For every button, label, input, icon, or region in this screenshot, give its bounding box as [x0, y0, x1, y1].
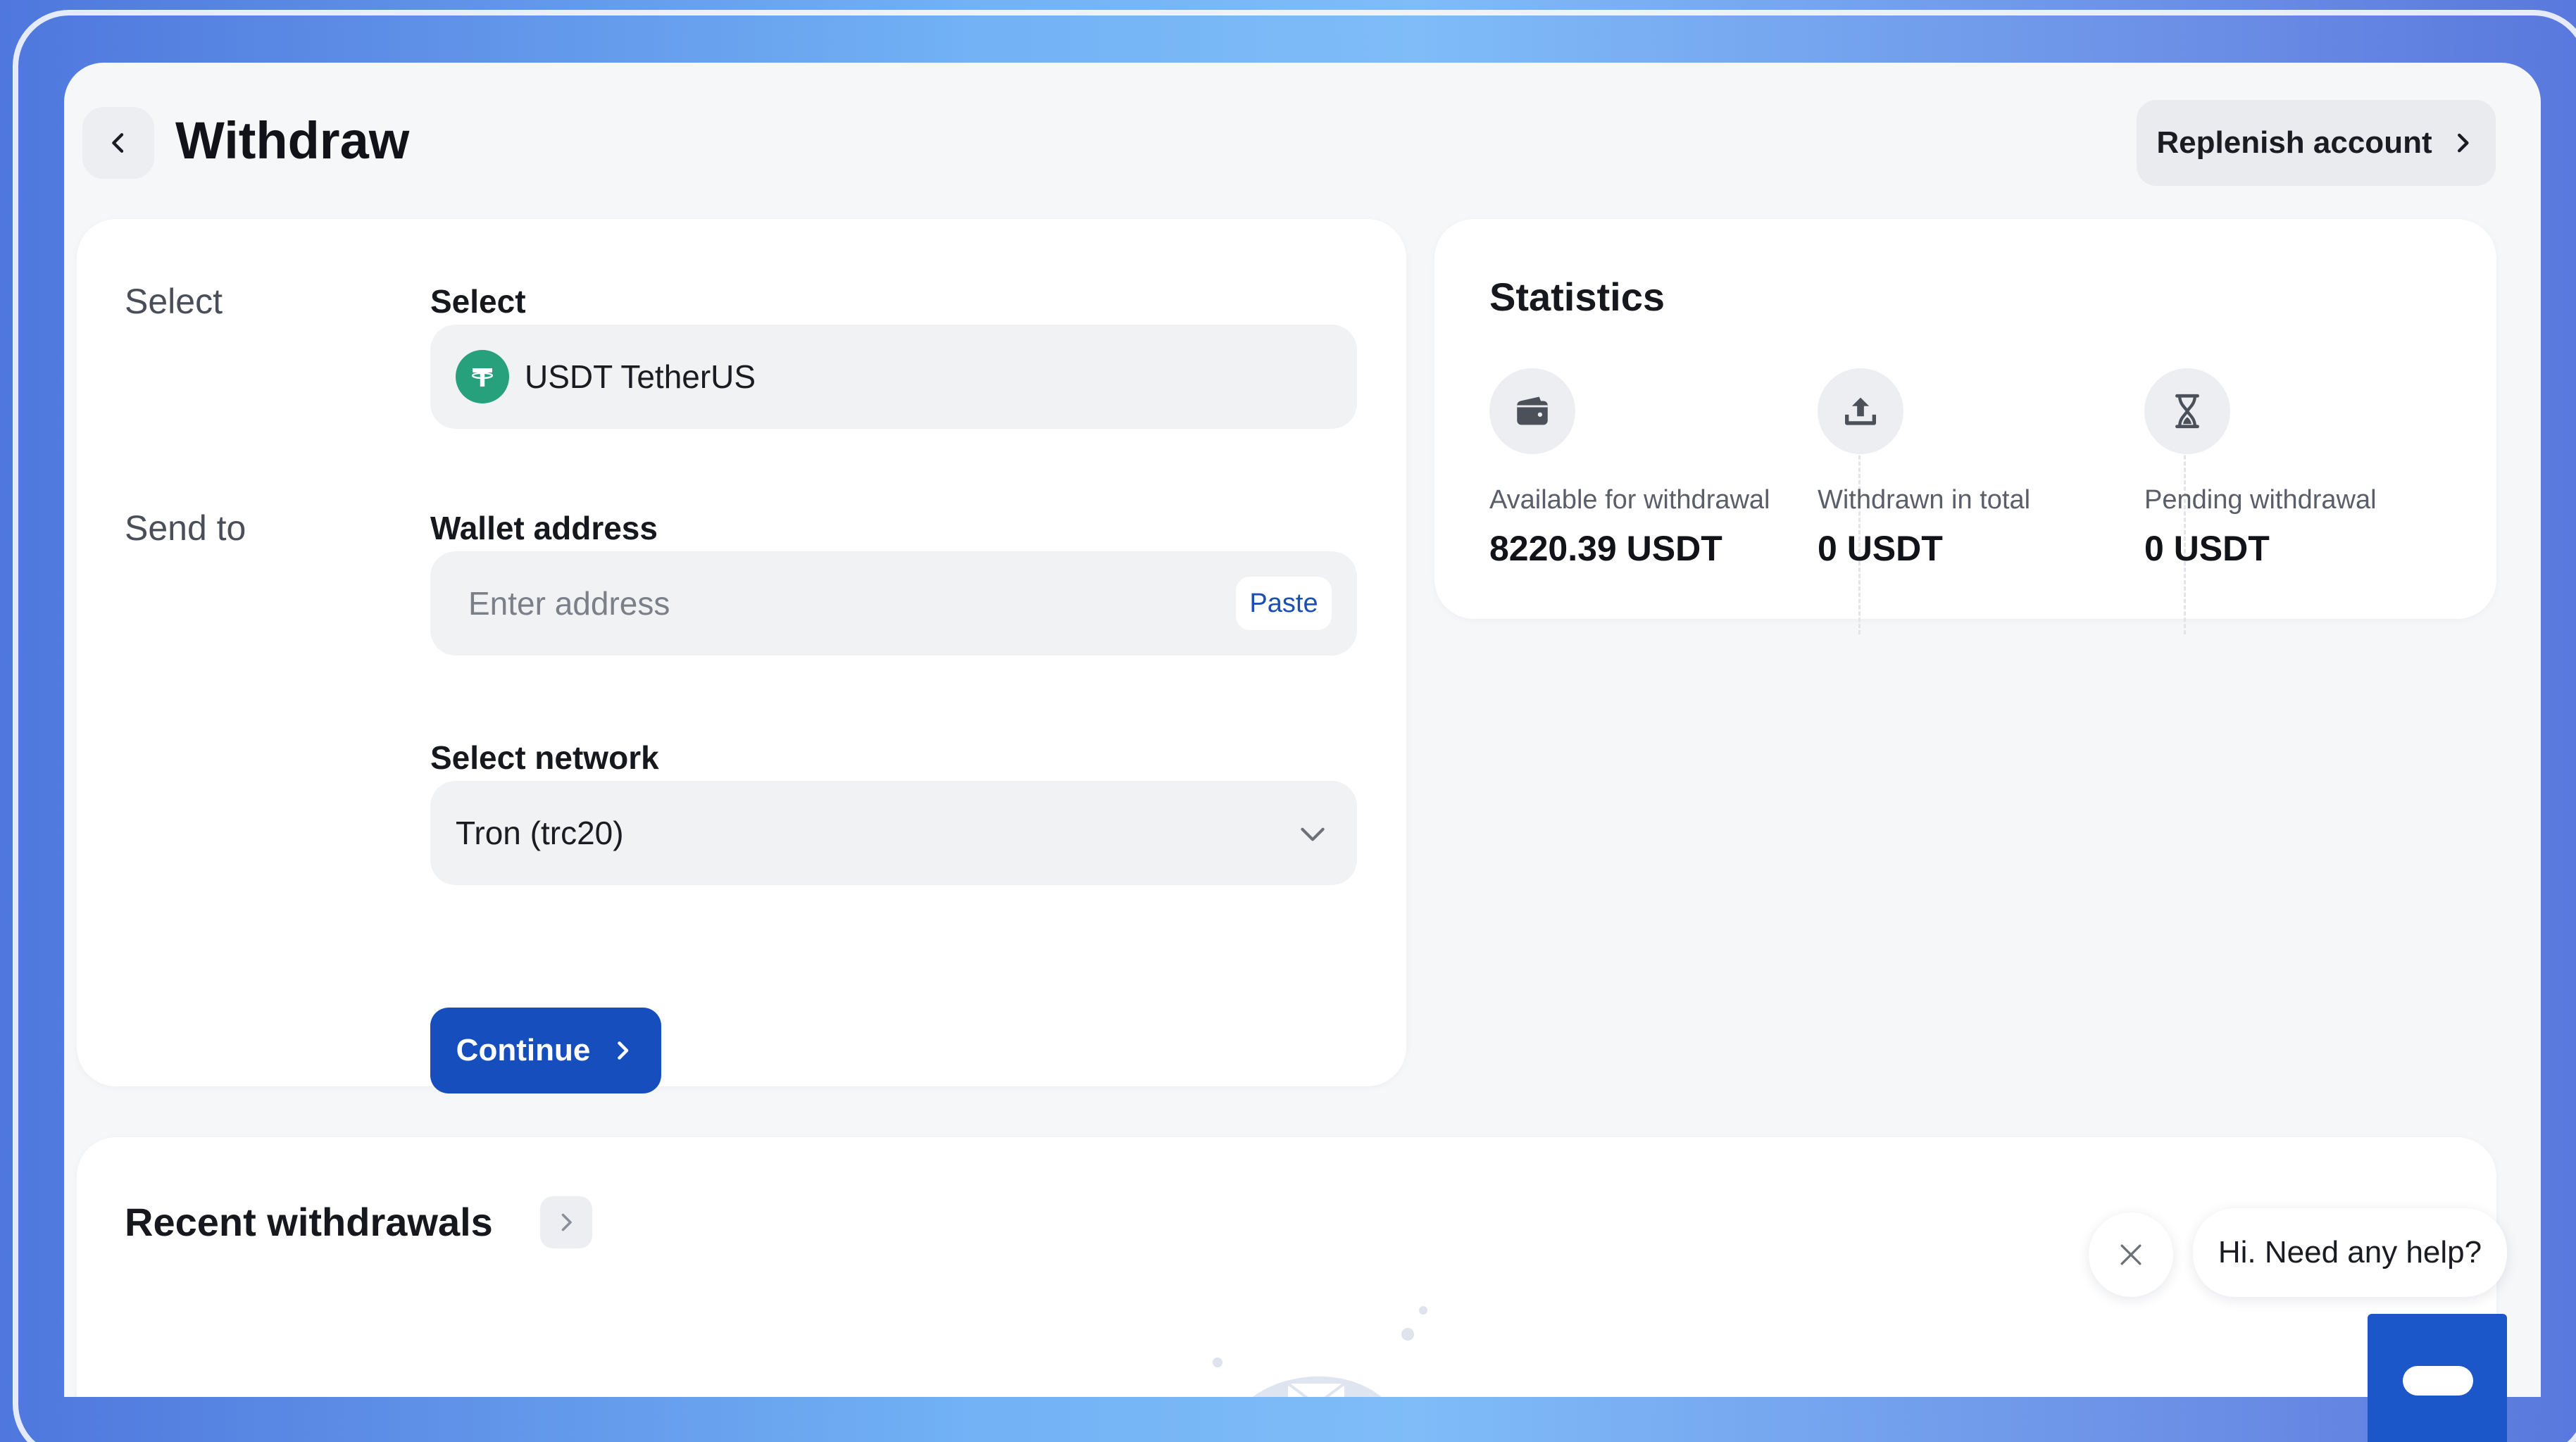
chat-greeting-text: Hi. Need any help?: [2218, 1235, 2482, 1269]
recent-withdrawals-expand-button[interactable]: [540, 1196, 592, 1248]
upload-icon: [1818, 368, 1903, 454]
withdraw-form-card: Select Select USDT TetherUS Send to Wall…: [77, 219, 1406, 1093]
chevron-down-icon: [1301, 827, 1325, 841]
continue-button[interactable]: Continue: [430, 1008, 661, 1093]
stat-label: Available for withdrawal: [1489, 485, 1770, 515]
recent-withdrawals-title: Recent withdrawals: [125, 1200, 493, 1244]
currency-value: USDT TetherUS: [525, 358, 756, 395]
select-section-label: Select: [125, 282, 223, 321]
paste-button[interactable]: Paste: [1236, 577, 1332, 630]
stat-pending: Pending withdrawal 0 USDT: [2144, 368, 2377, 569]
network-select[interactable]: Tron (trc20): [430, 781, 1357, 885]
currency-select[interactable]: USDT TetherUS: [430, 325, 1357, 429]
stat-value: 8220.39 USDT: [1489, 529, 1722, 568]
chevron-left-icon: [112, 133, 124, 153]
chevron-right-icon: [618, 1041, 629, 1060]
network-value: Tron (trc20): [456, 815, 624, 851]
replenish-account-button[interactable]: Replenish account: [2137, 100, 2496, 186]
send-to-section-label: Send to: [125, 508, 246, 548]
tether-icon: [456, 350, 509, 403]
stat-value: 0 USDT: [2144, 529, 2270, 568]
continue-label: Continue: [456, 1033, 591, 1067]
wallet-icon: [1489, 368, 1575, 454]
chevron-right-icon: [561, 1213, 572, 1231]
page-title: Withdraw: [175, 111, 410, 170]
wallet-address-input[interactable]: [468, 584, 1173, 622]
stat-label: Withdrawn in total: [1818, 485, 2031, 515]
stat-available: Available for withdrawal 8220.39 USDT: [1489, 368, 1770, 569]
statistics-title: Statistics: [1489, 275, 1665, 319]
stat-value: 0 USDT: [1818, 529, 1943, 568]
currency-field-label: Select: [430, 283, 526, 320]
select-network-label: Select network: [430, 739, 659, 776]
chat-greeting-bubble[interactable]: Hi. Need any help?: [2193, 1208, 2507, 1297]
wallet-address-label: Wallet address: [430, 510, 658, 546]
hourglass-icon: [2144, 368, 2230, 454]
chat-close-button[interactable]: [2089, 1212, 2173, 1297]
wallet-address-field: Paste: [430, 551, 1357, 656]
stat-label: Pending withdrawal: [2144, 485, 2377, 515]
stat-withdrawn-total: Withdrawn in total 0 USDT: [1818, 368, 2030, 569]
chat-launcher-button[interactable]: [2368, 1314, 2507, 1442]
withdraw-page: Withdraw Replenish account Select Select…: [64, 63, 2541, 1397]
chevron-right-icon: [2457, 133, 2469, 153]
close-icon: [2120, 1244, 2142, 1265]
replenish-account-label: Replenish account: [2156, 125, 2432, 160]
back-button[interactable]: [82, 107, 154, 179]
empty-state-illustration: [1213, 1306, 1427, 1397]
statistics-card: Statistics Available for withdrawal 8220…: [1434, 219, 2496, 634]
chat-icon: [2403, 1366, 2473, 1396]
